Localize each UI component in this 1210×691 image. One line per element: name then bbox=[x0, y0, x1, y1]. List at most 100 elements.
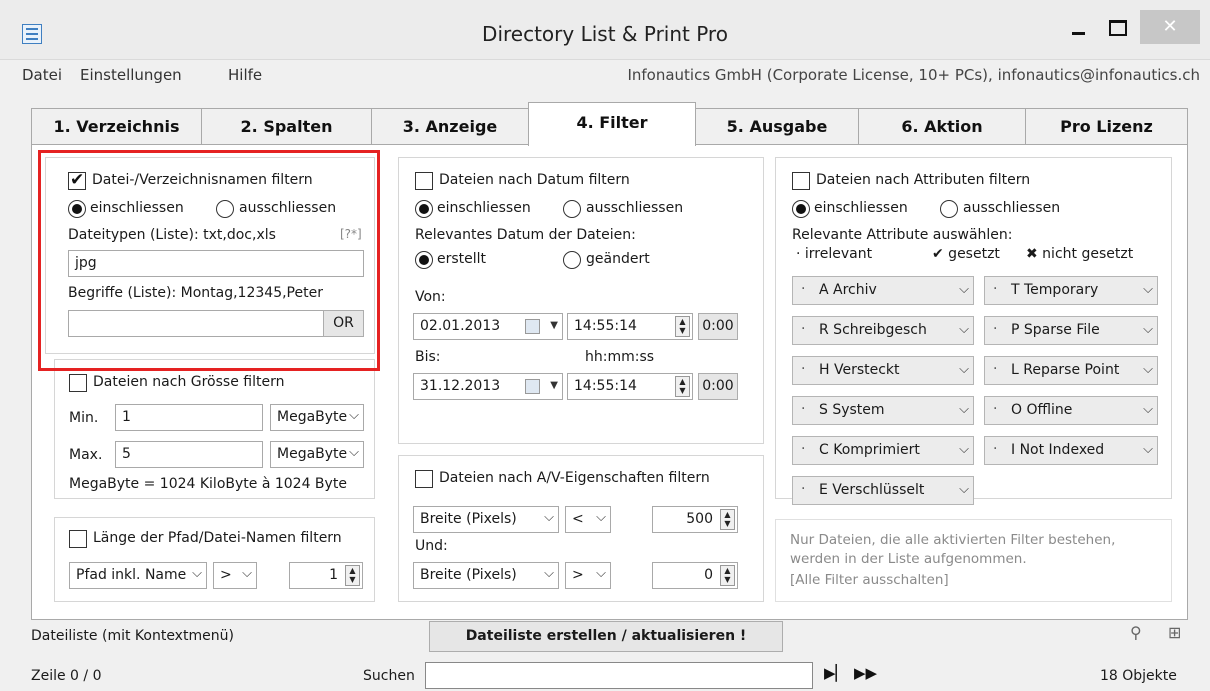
help-link[interactable]: [?*] bbox=[340, 227, 362, 241]
tab-filter[interactable]: 4. Filter bbox=[528, 102, 696, 146]
from-date-picker[interactable]: 02.01.2013 ▼ bbox=[413, 313, 563, 340]
av-val1-input[interactable]: 500 ▲ ▼ bbox=[652, 506, 738, 533]
next-match-icon[interactable]: ▶︎▏ bbox=[824, 664, 847, 682]
attr-readonly-select[interactable]: · R Schreibgesch ⌵ bbox=[792, 316, 974, 345]
attr-include-label: einschliessen bbox=[814, 200, 908, 216]
to-reset-button[interactable]: 0:00 bbox=[698, 373, 738, 400]
chevron-down-icon: ⌵ bbox=[1143, 322, 1153, 337]
name-filter-label: Datei-/Verzeichnisnamen filtern bbox=[92, 172, 313, 188]
menu-einstellungen[interactable]: Einstellungen bbox=[80, 66, 182, 84]
disable-filters-link[interactable]: [Alle Filter ausschalten] bbox=[790, 572, 949, 588]
chevron-down-icon: ⌵ bbox=[192, 566, 202, 581]
attr-offline-select[interactable]: · O Offline ⌵ bbox=[984, 396, 1158, 425]
attr-encrypted-select[interactable]: · E Verschlüsselt ⌵ bbox=[792, 476, 974, 505]
tab-aktion[interactable]: 6. Aktion bbox=[858, 108, 1026, 144]
tab-spalten[interactable]: 2. Spalten bbox=[201, 108, 372, 144]
min-unit-select[interactable]: MegaByte ⌵ bbox=[270, 404, 364, 431]
attr-temporary-select[interactable]: · T Temporary ⌵ bbox=[984, 276, 1158, 305]
length-op-select[interactable]: > ⌵ bbox=[213, 562, 257, 589]
last-match-icon[interactable]: ▶︎▶︎ bbox=[854, 664, 877, 682]
window-title: Directory List & Print Pro bbox=[482, 22, 728, 46]
created-radio[interactable] bbox=[415, 251, 433, 269]
av-filter-label: Dateien nach A/V-Eigenschaften filtern bbox=[439, 470, 710, 486]
attr-system-select[interactable]: · S System ⌵ bbox=[792, 396, 974, 425]
create-list-button[interactable]: Dateiliste erstellen / aktualisieren ! bbox=[429, 621, 783, 652]
date-exclude-label: ausschliessen bbox=[586, 200, 684, 216]
attr-exclude-radio[interactable] bbox=[940, 200, 958, 218]
maximize-button[interactable] bbox=[1094, 10, 1140, 44]
file-list-label: Dateiliste (mit Kontextmenü) bbox=[31, 628, 234, 644]
attr-reparse-select[interactable]: · L Reparse Point ⌵ bbox=[984, 356, 1158, 385]
tab-pro-lizenz[interactable]: Pro Lizenz bbox=[1025, 108, 1188, 144]
attr-system-label: S System bbox=[819, 402, 885, 418]
tab-anzeige[interactable]: 3. Anzeige bbox=[371, 108, 529, 144]
size-filter-checkbox[interactable] bbox=[69, 374, 87, 392]
av-op2-select[interactable]: > ⌵ bbox=[565, 562, 611, 589]
length-value: 1 bbox=[329, 567, 338, 583]
tree-view-icon[interactable]: ⊞ bbox=[1168, 623, 1181, 642]
dot-icon: · bbox=[801, 321, 806, 337]
from-reset-button[interactable]: 0:00 bbox=[698, 313, 738, 340]
attr-sparse-select[interactable]: · P Sparse File ⌵ bbox=[984, 316, 1158, 345]
av-filter-group: Dateien nach A/V-Eigenschaften filtern B… bbox=[398, 455, 764, 602]
tab-ausgabe[interactable]: 5. Ausgabe bbox=[695, 108, 859, 144]
av-op1-select[interactable]: < ⌵ bbox=[565, 506, 611, 533]
attr-not-indexed-label: I Not Indexed bbox=[1011, 442, 1105, 458]
close-button[interactable]: ✕ bbox=[1140, 10, 1200, 44]
menu-datei[interactable]: Datei bbox=[22, 66, 62, 84]
length-value-input[interactable]: 1 ▲ ▼ bbox=[289, 562, 363, 589]
to-label: Bis: bbox=[415, 349, 441, 365]
av-val1-value: 500 bbox=[686, 511, 713, 527]
from-date-value: 02.01.2013 bbox=[420, 318, 501, 334]
created-label: erstellt bbox=[437, 251, 487, 267]
min-size-input[interactable]: 1 bbox=[115, 404, 263, 431]
date-exclude-radio[interactable] bbox=[563, 200, 581, 218]
chevron-down-icon: ⌵ bbox=[349, 445, 359, 460]
date-include-radio[interactable] bbox=[415, 200, 433, 218]
date-filter-checkbox[interactable] bbox=[415, 172, 433, 190]
to-date-picker[interactable]: 31.12.2013 ▼ bbox=[413, 373, 563, 400]
min-label: Min. bbox=[69, 410, 99, 426]
date-filter-label: Dateien nach Datum filtern bbox=[439, 172, 630, 188]
attr-filter-checkbox[interactable] bbox=[792, 172, 810, 190]
tab-verzeichnis[interactable]: 1. Verzeichnis bbox=[31, 108, 202, 144]
spinner-icon[interactable]: ▲ ▼ bbox=[675, 376, 690, 397]
menu-bar: Datei Einstellungen Hilfe Infonautics Gm… bbox=[0, 60, 1210, 90]
modified-radio[interactable] bbox=[563, 251, 581, 269]
name-exclude-radio[interactable] bbox=[216, 200, 234, 218]
length-filter-checkbox[interactable] bbox=[69, 530, 87, 548]
av-filter-checkbox[interactable] bbox=[415, 470, 433, 488]
spinner-icon[interactable]: ▲ ▼ bbox=[720, 509, 735, 530]
menu-hilfe[interactable]: Hilfe bbox=[228, 66, 262, 84]
av-prop2-select[interactable]: Breite (Pixels) ⌵ bbox=[413, 562, 559, 589]
attr-hidden-select[interactable]: · H Versteckt ⌵ bbox=[792, 356, 974, 385]
max-size-input[interactable]: 5 bbox=[115, 441, 263, 468]
spinner-icon[interactable]: ▲ ▼ bbox=[675, 316, 690, 337]
spinner-icon[interactable]: ▲ ▼ bbox=[720, 565, 735, 586]
name-filter-checkbox[interactable] bbox=[68, 170, 86, 190]
attr-archive-select[interactable]: · A Archiv ⌵ bbox=[792, 276, 974, 305]
attr-compressed-select[interactable]: · C Komprimiert ⌵ bbox=[792, 436, 974, 465]
from-time-value: 14:55:14 bbox=[574, 318, 637, 334]
attr-include-radio[interactable] bbox=[792, 200, 810, 218]
length-mode-select[interactable]: Pfad inkl. Name ⌵ bbox=[69, 562, 207, 589]
terms-label: Begriffe (Liste): Montag,12345,Peter bbox=[68, 285, 323, 301]
terms-input[interactable] bbox=[68, 310, 324, 337]
search-input[interactable] bbox=[425, 662, 813, 689]
chevron-down-icon: ⌵ bbox=[349, 408, 359, 423]
to-time-input[interactable]: 14:55:14 ▲ ▼ bbox=[567, 373, 693, 400]
attr-not-indexed-select[interactable]: · I Not Indexed ⌵ bbox=[984, 436, 1158, 465]
or-button[interactable]: OR bbox=[323, 310, 364, 337]
chevron-down-icon: ⌵ bbox=[959, 322, 969, 337]
spinner-icon[interactable]: ▲ ▼ bbox=[345, 565, 360, 586]
file-types-input[interactable]: jpg bbox=[68, 250, 364, 277]
note-line-2: werden in der Liste aufgenommen. bbox=[790, 551, 1027, 567]
max-unit-select[interactable]: MegaByte ⌵ bbox=[270, 441, 364, 468]
av-prop1-select[interactable]: Breite (Pixels) ⌵ bbox=[413, 506, 559, 533]
chevron-down-icon: ⌵ bbox=[596, 566, 606, 581]
dot-icon: · bbox=[993, 281, 998, 297]
from-time-input[interactable]: 14:55:14 ▲ ▼ bbox=[567, 313, 693, 340]
filter-icon[interactable]: ⚲ bbox=[1130, 623, 1142, 642]
av-val2-input[interactable]: 0 ▲ ▼ bbox=[652, 562, 738, 589]
name-include-radio[interactable] bbox=[68, 200, 86, 218]
